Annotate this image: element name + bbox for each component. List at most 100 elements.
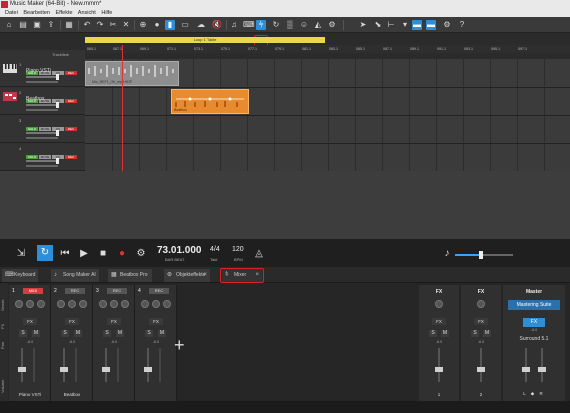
fx-button[interactable]: FX <box>23 318 37 325</box>
cut-icon[interactable]: ✂ <box>108 20 118 30</box>
rec-button[interactable]: REC <box>65 71 77 75</box>
save-icon[interactable]: ▣ <box>32 20 42 30</box>
mute-button[interactable]: M <box>32 330 40 337</box>
volume-fader-track[interactable] <box>63 348 65 382</box>
add-channel-button[interactable]: + <box>174 335 185 356</box>
speaker-icon[interactable]: ♪ <box>440 247 454 261</box>
rec-button[interactable]: REC <box>107 288 127 294</box>
piano-clip[interactable]: Mio_REF1_Ob_mp3.HDP <box>85 61 179 86</box>
menu-hilfe[interactable]: Hilfe <box>101 10 112 16</box>
home-icon[interactable]: ⌂ <box>4 20 14 30</box>
volume-fader-track[interactable] <box>480 348 482 382</box>
mute-button[interactable]: M <box>483 330 491 337</box>
volume-fader[interactable] <box>18 367 26 372</box>
mute-button[interactable]: M <box>116 330 124 337</box>
mute-button[interactable]: M <box>441 330 449 337</box>
volume-fader-track[interactable] <box>105 348 107 382</box>
delete-icon[interactable]: ✕ <box>121 20 131 30</box>
rec-button[interactable]: REC <box>65 288 85 294</box>
track-volume-slider[interactable] <box>26 74 59 80</box>
crossfade-icon[interactable]: ◭ <box>313 20 323 30</box>
master-volume-slider[interactable] <box>455 251 513 259</box>
master-fader-left-track[interactable] <box>525 348 527 382</box>
cloud-icon[interactable]: ☁ <box>196 20 206 30</box>
mastering-suite-button[interactable]: Mastering Suite <box>508 300 560 310</box>
send-knob-3[interactable] <box>163 300 171 308</box>
volume-fader-track[interactable] <box>438 348 440 382</box>
loop-button-icon[interactable]: ↻ <box>37 245 53 261</box>
master-fader-right[interactable] <box>538 367 546 372</box>
master-fader-right-track[interactable] <box>541 348 543 382</box>
time-signature[interactable]: 4/4 <box>210 246 220 253</box>
send-knob-1[interactable] <box>141 300 149 308</box>
solo-button[interactable]: S <box>19 330 27 337</box>
pointer-tool-icon[interactable]: ➤ <box>358 20 368 30</box>
effects-toolbar-icon[interactable]: ⚙ <box>327 20 337 30</box>
menu-ansicht[interactable]: Ansicht <box>78 10 96 16</box>
fx-bus-knob[interactable] <box>477 300 485 308</box>
loop-toolbar-icon[interactable]: ↻ <box>271 20 281 30</box>
send-knob-1[interactable] <box>15 300 23 308</box>
send-knob-1[interactable] <box>57 300 65 308</box>
select-tool-icon[interactable]: ⬊ <box>373 20 383 30</box>
mute-button[interactable]: M <box>74 330 82 337</box>
record-icon[interactable]: ● <box>115 247 129 261</box>
track-pan-slider[interactable] <box>26 81 58 83</box>
playhead[interactable] <box>122 45 123 172</box>
track-header-1[interactable]: 1 SOLO MUTE FX REC Piano VSTi <box>0 59 85 87</box>
track-name[interactable]: Piano VSTi <box>26 68 51 74</box>
send-knob-3[interactable] <box>121 300 129 308</box>
master-fx-button[interactable]: FX <box>523 318 545 327</box>
send-knob-2[interactable] <box>26 300 34 308</box>
track-pan-slider[interactable] <box>26 165 58 167</box>
send-knob-3[interactable] <box>37 300 45 308</box>
rec-button[interactable]: REC <box>65 155 77 159</box>
arranger-area[interactable]: Mio_REF1_Ob_mp3.HDP Beatbox <box>85 59 570 171</box>
track-pan-slider[interactable] <box>26 109 58 111</box>
undo-icon[interactable]: ↶ <box>82 20 92 30</box>
fx-button[interactable]: FX <box>474 318 488 325</box>
volume-fader-track[interactable] <box>147 348 149 382</box>
rec-button[interactable]: REC <box>65 127 77 131</box>
beatbox-clip[interactable]: Beatbox <box>171 89 249 114</box>
media-pool-icon[interactable]: ▮ <box>165 20 175 30</box>
track-pan-slider[interactable] <box>26 137 58 139</box>
rec-button[interactable]: REC <box>149 288 169 294</box>
surround-selector[interactable]: Surround 5.1 <box>503 336 565 342</box>
arranger-empty-area[interactable] <box>0 171 570 239</box>
fx-button[interactable]: FX <box>432 318 446 325</box>
send-knob-3[interactable] <box>79 300 87 308</box>
cut-tool-icon[interactable]: ⊢ <box>386 20 396 30</box>
position-display[interactable]: 73.01.000 <box>157 245 202 256</box>
rewind-icon[interactable]: ⏮ <box>58 247 72 261</box>
master-fader-left[interactable] <box>522 367 530 372</box>
track-volume-slider[interactable] <box>26 102 59 108</box>
track-volume-slider[interactable] <box>26 130 59 136</box>
track-header-3[interactable]: 3 SOLO MUTE FX REC <box>0 115 85 143</box>
play-icon[interactable]: ▶ <box>77 247 91 261</box>
tab-object-effects[interactable]: ⊛ Objekteffekte × <box>164 269 210 282</box>
tab-song-maker[interactable]: ♪ Song Maker AI <box>51 269 99 282</box>
solo-button[interactable]: S <box>103 330 111 337</box>
track-volume-slider[interactable] <box>26 158 59 164</box>
beatbox-toolbar-icon[interactable]: ▒ <box>285 20 295 30</box>
send-knob-2[interactable] <box>68 300 76 308</box>
solo-button[interactable]: S <box>429 330 437 337</box>
send-knob-2[interactable] <box>110 300 118 308</box>
menu-effekte[interactable]: Effekte <box>56 10 73 16</box>
solo-button[interactable]: SOLO <box>26 127 38 131</box>
track-header-4[interactable]: 4 SOLO MUTE FX REC <box>0 143 85 171</box>
volume-knob[interactable] <box>479 251 484 259</box>
tab-beatbox-pro[interactable]: ▦ Beatbox Pro <box>108 269 152 282</box>
keyboard-toolbar-icon[interactable]: ⌨ <box>243 20 255 30</box>
tuning-fork-icon[interactable]: ◬ <box>252 247 266 261</box>
volume-fader[interactable] <box>102 367 110 372</box>
volume-fader[interactable] <box>435 367 443 372</box>
send-knob-1[interactable] <box>99 300 107 308</box>
settings-icon[interactable]: ⚙ <box>134 247 148 261</box>
volume-fader[interactable] <box>477 367 485 372</box>
solo-button[interactable]: S <box>145 330 153 337</box>
menu-bearbeiten[interactable]: Bearbeiten <box>23 10 50 16</box>
open-icon[interactable]: ▤ <box>18 20 28 30</box>
record-settings-icon[interactable]: ● <box>152 20 162 30</box>
